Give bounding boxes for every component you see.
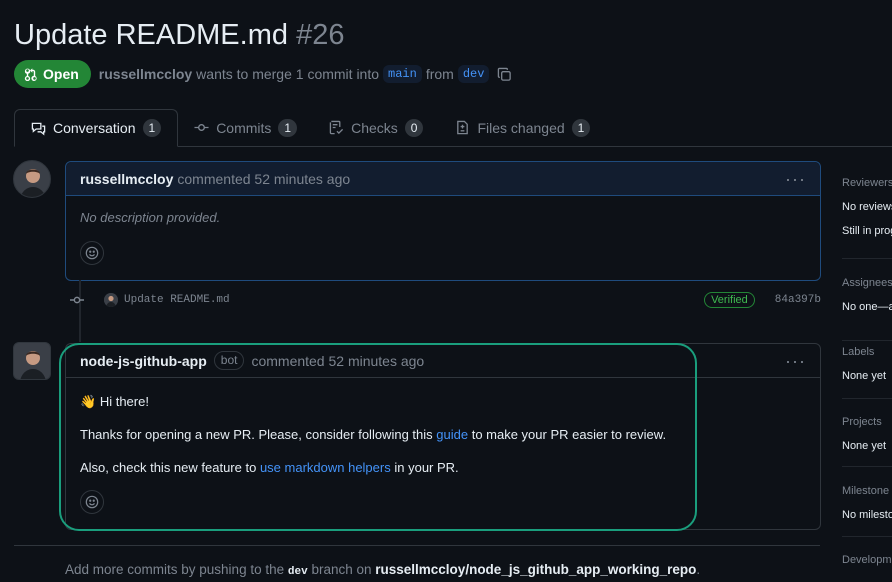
comment-author[interactable]: russellmccloy — [80, 171, 173, 187]
push-hint-branch: dev — [287, 566, 308, 578]
base-branch[interactable]: main — [383, 65, 422, 83]
add-reaction-button[interactable] — [80, 241, 104, 265]
push-hint-end: . — [696, 562, 701, 577]
sidebar-labels: Labels None yet — [842, 346, 892, 382]
merge-text-b: from — [425, 66, 454, 82]
sidebar-labels-value: None yet — [842, 370, 887, 382]
sidebar-assignees: Assignees No one—a — [842, 277, 892, 313]
commit-sha-link[interactable]: 84a397b — [775, 294, 821, 306]
greeting-text: Hi there! — [99, 394, 149, 409]
comment-body: No description provided. — [66, 196, 820, 279]
merge-info: russellmccloy wants to merge 1 commit in… — [99, 65, 513, 83]
sidebar-milestone: Milestone No milesto — [842, 485, 892, 521]
tab-files-changed-count: 1 — [571, 118, 591, 137]
tab-conversation-label: Conversation — [53, 120, 136, 136]
open-status-label: Open — [43, 66, 79, 82]
tab-files-changed-label: Files changed — [477, 119, 565, 136]
sidebar-reviewers-heading[interactable]: Reviewers — [842, 177, 892, 189]
comment-header: russellmccloy commented 52 minutes ago ·… — [66, 162, 820, 196]
avatar-russellmccloy[interactable] — [13, 160, 51, 198]
checklist-icon — [329, 120, 344, 135]
tab-checks[interactable]: Checks 0 — [313, 109, 439, 146]
comment-card-bot: node-js-github-app bot commented 52 minu… — [65, 343, 821, 530]
guide-text-b: to make your PR easier to review. — [471, 427, 667, 442]
sidebar-labels-heading[interactable]: Labels — [842, 346, 892, 358]
sidebar-assignees-value: No one—a — [842, 301, 892, 313]
git-commit-icon — [70, 293, 84, 307]
comment-author[interactable]: node-js-github-app — [80, 353, 207, 369]
guide-line: Thanks for opening a new PR. Please, con… — [80, 428, 806, 442]
sidebar-milestone-value: No milesto — [842, 509, 892, 521]
tab-checks-label: Checks — [351, 119, 398, 136]
copy-icon[interactable] — [497, 67, 512, 82]
git-commit-icon — [194, 120, 209, 135]
commit-message-link[interactable]: Update README.md — [124, 294, 230, 306]
sidebar-projects-heading[interactable]: Projects — [842, 416, 892, 428]
file-diff-icon — [455, 120, 470, 135]
push-hint-a: Add more commits by pushing to the — [65, 562, 285, 577]
tab-conversation-count: 1 — [142, 119, 162, 137]
commit-row: Update README.md Verified 84a397b — [70, 291, 821, 309]
tab-files-changed[interactable]: Files changed 1 — [439, 109, 606, 146]
tab-commits[interactable]: Commits 1 — [178, 109, 313, 146]
sidebar-milestone-heading[interactable]: Milestone — [842, 485, 892, 497]
commit-author-avatar[interactable] — [104, 293, 118, 307]
push-hint-text: Add more commits by pushing to the dev b… — [65, 562, 700, 578]
comment-body: 👋 Hi there! Thanks for opening a new PR.… — [66, 378, 820, 528]
tab-commits-count: 1 — [278, 118, 298, 137]
markdown-helpers-link[interactable]: use markdown helpers — [260, 460, 391, 475]
pr-title-text: Update README.md — [14, 19, 288, 51]
sidebar-reviewers-status: Still in prog — [842, 225, 892, 237]
greeting-line: 👋 Hi there! — [80, 395, 806, 409]
helpers-text-a: Also, check this new feature to — [80, 460, 257, 475]
pr-title: Update README.md #26 — [14, 15, 344, 55]
no-description-text: No description provided. — [80, 210, 221, 225]
tab-checks-count: 0 — [404, 118, 424, 137]
timeline-separator — [14, 545, 820, 546]
guide-text-a: Thanks for opening a new PR. Please, con… — [80, 427, 433, 442]
avatar-node-js-github-app[interactable] — [13, 342, 51, 380]
sidebar-reviewers: Reviewers No reviews Still in prog — [842, 177, 892, 237]
repo-link[interactable]: russellmccloy/node_js_github_app_working… — [375, 562, 696, 577]
comment-timestamp[interactable]: commented 52 minutes ago — [177, 171, 350, 187]
bot-badge: bot — [213, 351, 245, 370]
merge-text-a: wants to merge 1 commit into — [196, 66, 380, 82]
guide-link[interactable]: guide — [436, 427, 468, 442]
helpers-text-b: in your PR. — [394, 460, 459, 475]
head-branch[interactable]: dev — [457, 65, 490, 83]
pr-author-link[interactable]: russellmccloy — [99, 66, 192, 82]
smiley-icon — [85, 495, 99, 509]
comment-timestamp[interactable]: commented 52 minutes ago — [251, 353, 424, 369]
smiley-icon — [85, 246, 99, 260]
kebab-menu-icon[interactable]: ··· — [785, 352, 806, 370]
pr-sidebar: Reviewers No reviews Still in prog Assig… — [842, 161, 892, 582]
comment-discussion-icon — [31, 121, 46, 136]
tab-conversation[interactable]: Conversation 1 — [14, 109, 179, 147]
sidebar-projects-value: None yet — [842, 440, 887, 452]
kebab-menu-icon[interactable]: ··· — [785, 170, 806, 188]
pr-tabs: Conversation 1 Commits 1 Checks 0 Files … — [14, 109, 892, 147]
comment-card-author: russellmccloy commented 52 minutes ago ·… — [65, 161, 821, 281]
open-status-badge: Open — [14, 60, 91, 88]
sidebar-development: Developm — [842, 554, 892, 566]
comment-header: node-js-github-app bot commented 52 minu… — [66, 344, 820, 378]
sidebar-development-heading[interactable]: Developm — [842, 554, 892, 566]
helpers-line: Also, check this new feature to use mark… — [80, 461, 806, 475]
sidebar-reviewers-value: No reviews — [842, 201, 892, 213]
timeline-line — [79, 280, 81, 342]
pr-number: #26 — [296, 19, 345, 51]
add-reaction-button[interactable] — [80, 490, 104, 514]
push-hint-b: branch on — [311, 562, 372, 577]
sidebar-assignees-heading[interactable]: Assignees — [842, 277, 892, 289]
verified-badge[interactable]: Verified — [704, 292, 755, 308]
pull-request-icon — [24, 68, 37, 81]
pr-state-row: Open russellmccloy wants to merge 1 comm… — [14, 60, 512, 88]
tab-commits-label: Commits — [216, 119, 272, 136]
sidebar-projects: Projects None yet — [842, 416, 892, 452]
wave-emoji-icon: 👋 — [80, 394, 97, 409]
